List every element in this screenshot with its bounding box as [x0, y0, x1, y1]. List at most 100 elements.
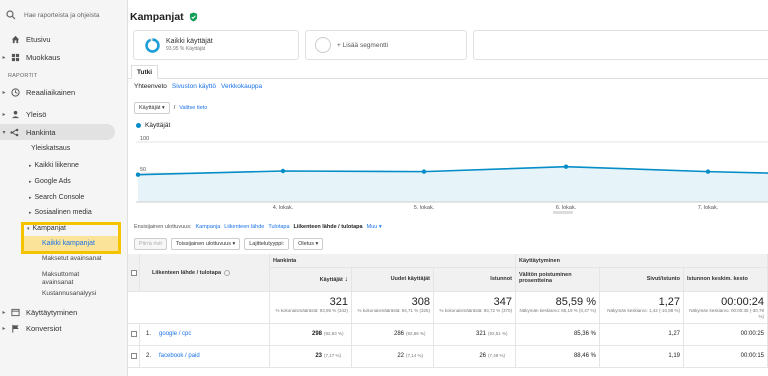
secondary-dimension-dropdown[interactable]: Toissijainen ulottuvuus ▾ — [170, 238, 241, 250]
dimension-header[interactable]: Liikenteen lähde / tulotapa — [140, 254, 270, 292]
total-duration-value: 00:00:24 — [721, 296, 764, 308]
table-controls: Piirrä rivit Toissijainen ulottuvuus ▾ L… — [134, 238, 324, 250]
row-index: 2. — [146, 353, 152, 359]
plot-rows-button[interactable]: Piirrä rivit — [134, 238, 167, 250]
users-line-chart: 100 50 4. lokak. 5. lokak. 6. lokak. 7. lokak… — [135, 136, 768, 214]
row-sessions-pct: (92,51 %) — [488, 331, 508, 336]
data-point[interactable] — [705, 169, 711, 174]
total-duration: 00:00:24 Näkymän keskiarvo: 00:00:35 (-30… — [684, 292, 768, 324]
row-bounce: 85,36 % — [516, 324, 600, 346]
nav-organic-keywords[interactable]: Maksuttomat avainsanat — [42, 271, 102, 287]
row-new-users-pct: (7,14 %) — [406, 353, 424, 358]
col-sessions[interactable]: Istunnot — [434, 268, 516, 292]
total-bounce-value: 85,59 % — [555, 296, 596, 308]
nav-realtime[interactable]: ▸ Reaaliaikainen — [0, 84, 128, 100]
row-users-value: 23 — [315, 353, 322, 359]
behavior-group-label: Käyttäytyminen — [519, 258, 560, 264]
col-pages-session[interactable]: Sivut/istunto — [600, 268, 684, 292]
acquisition-group-header: Hankinta — [270, 254, 516, 268]
nav-audience[interactable]: ▸ Yleisö — [0, 106, 128, 122]
row-sessions-value: 26 — [479, 353, 486, 359]
data-point[interactable] — [563, 164, 569, 169]
subtab-site-usage[interactable]: Sivuston käyttö — [172, 83, 216, 90]
flag-icon — [8, 324, 22, 333]
search-placeholder: Hae raporteista ja ohjeista — [24, 11, 100, 19]
row-new-users-pct: (92,86 %) — [406, 331, 426, 336]
sort-type-dropdown[interactable]: Oletus ▾ — [293, 238, 324, 250]
col-bounce-rate[interactable]: Välitön poistuminen prosentteina — [516, 268, 600, 292]
nav-behavior[interactable]: ▸ Käyttäytyminen — [0, 304, 128, 320]
row-checkbox[interactable] — [131, 331, 137, 337]
chevron-right-icon: ▸ — [2, 325, 6, 332]
total-users: 321% kokonaismäärästä: 93,95 % (342) — [270, 292, 352, 324]
main-content: Kampanjat Kaikki käyttäjät 93,95 % Käytt… — [128, 0, 768, 376]
chevron-right-icon: ▸ — [29, 163, 32, 169]
dim-more-dropdown[interactable]: Muu ▾ — [367, 224, 382, 230]
dim-source-link[interactable]: Liikenteen lähde — [224, 224, 264, 230]
pick-metric-link[interactable]: Valitse tieto — [179, 105, 207, 111]
nav-customization[interactable]: ▸ Muokkaus — [0, 49, 128, 65]
total-duration-sub: Näkymän keskiarvo: 00:00:35 (-30,78 %) — [689, 308, 764, 319]
col-new-users[interactable]: Uudet käyttäjät — [352, 268, 434, 292]
row-checkbox[interactable] — [131, 353, 137, 359]
chart-resize-handle[interactable] — [553, 211, 573, 214]
row-source-link[interactable]: facebook / paid — [159, 353, 200, 359]
nav-paid-keywords[interactable]: Maksetut avainsanat — [42, 255, 102, 263]
nav-conversions[interactable]: ▸ Konversiot — [0, 320, 128, 336]
segment-card-all-users[interactable]: Kaikki käyttäjät 93,95 % Käyttäjät — [133, 30, 299, 60]
nav-campaigns[interactable]: ▾ Kampanjat — [27, 225, 66, 232]
total-sessions-value: 347 — [493, 296, 512, 308]
col-users[interactable]: Käyttäjät ↓ — [270, 268, 352, 292]
row-duration: 00:00:15 — [684, 346, 768, 368]
data-point[interactable] — [135, 172, 141, 177]
chevron-right-icon: ▸ — [29, 210, 32, 216]
add-segment-button[interactable]: + Lisää segmentti — [305, 30, 467, 60]
y-tick-label: 100 — [140, 136, 149, 142]
row-duration: 00:00:25 — [684, 324, 768, 346]
nav-acquisition[interactable]: ▾ Hankinta — [0, 124, 128, 140]
chevron-down-icon: ▾ — [2, 129, 6, 136]
checkbox-header-cell — [128, 254, 140, 292]
data-point[interactable] — [280, 168, 286, 174]
data-point[interactable] — [421, 169, 427, 174]
row-bounce: 88,46 % — [516, 346, 600, 368]
col-sessions-label: Istunnot — [490, 276, 512, 282]
row-users-pct: (7,17 %) — [324, 353, 342, 358]
segment-slot-empty — [473, 30, 768, 60]
subtab-ecommerce[interactable]: Verkkokauppa — [221, 83, 262, 90]
total-bounce: 85,59 % Näkymän keskiarvo: 85,19 % (0,47 … — [516, 292, 600, 324]
sidebar-search[interactable]: Hae raporteista ja ohjeista — [6, 8, 124, 22]
row-new-users: 286 (92,86 %) — [352, 324, 434, 346]
nav-home[interactable]: Etusivu — [0, 31, 128, 47]
behavior-group-header: Käyttäytyminen — [516, 254, 768, 268]
select-all-checkbox[interactable] — [131, 270, 137, 276]
nav-google-ads[interactable]: ▸ Google Ads — [29, 178, 71, 185]
row-new-users-value: 22 — [397, 353, 404, 359]
nav-search-console[interactable]: ▸ Search Console — [29, 194, 84, 201]
nav-social-label: Sosiaalinen media — [34, 209, 92, 216]
chevron-right-icon: ▸ — [2, 54, 6, 61]
metric-dropdown[interactable]: Käyttäjät ▾ — [134, 102, 170, 114]
x-tick-label: 5. lokak. — [414, 205, 435, 211]
sort-type-label: Lajittelutyyppi: — [244, 238, 290, 250]
nav-acq-overview[interactable]: Yleiskatsaus — [31, 145, 70, 152]
tab-explorer[interactable]: Tutki — [131, 65, 159, 79]
dim-source-medium-active[interactable]: Liikenteen lähde / tulotapa — [294, 224, 363, 230]
col-bounce-label: Välitön poistuminen prosentteina — [519, 272, 572, 284]
nav-all-campaigns[interactable]: Kaikki kampanjat — [42, 240, 95, 247]
nav-all-traffic[interactable]: ▸ Kaikki liikenne — [29, 162, 79, 169]
row-source-link[interactable]: google / cpc — [159, 331, 191, 337]
sidebar: Hae raporteista ja ohjeista Etusivu ▸ Mu… — [0, 0, 128, 376]
subtab-summary[interactable]: Yhteenveto — [134, 83, 167, 90]
row-checkbox-cell — [128, 324, 140, 346]
col-avg-duration[interactable]: Istunnon keskim. kesto — [684, 268, 768, 292]
help-icon — [224, 269, 231, 276]
dim-medium-link[interactable]: Tulotapa — [268, 224, 289, 230]
primary-dimension-label: Ensisijainen ulottuvuus: — [134, 224, 192, 230]
nav-social[interactable]: ▸ Sosiaalinen media — [29, 209, 92, 216]
row-pages: 1,27 — [600, 324, 684, 346]
search-icon — [6, 10, 16, 20]
nav-cost-analysis[interactable]: Kustannusanalyysi — [42, 290, 96, 298]
dim-campaign-link[interactable]: Kampanja — [195, 224, 220, 230]
explorer-subtabs: Yhteenveto Sivuston käyttö Verkkokauppa — [134, 83, 262, 90]
